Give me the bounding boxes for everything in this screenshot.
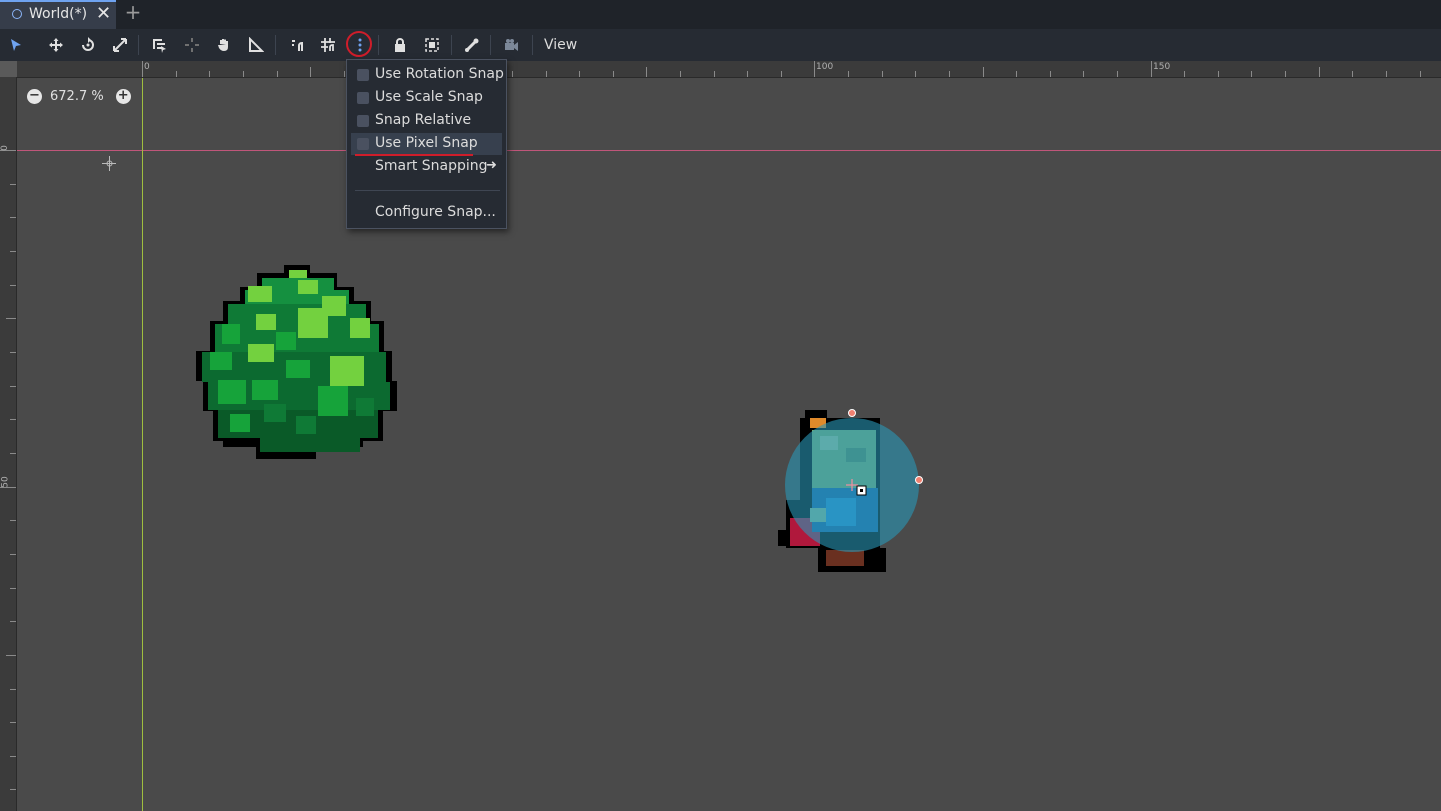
ruler-label: 0 [0,145,10,151]
ruler-label: 100 [816,62,834,72]
ruler-top[interactable]: 0 100 150 [17,61,1441,78]
canvas-viewport[interactable] [17,78,1441,811]
ruler-label: 150 [1153,62,1171,72]
submenu-arrow-icon: ➜ [486,158,497,173]
checkbox[interactable] [357,138,369,150]
scene-tab-label: World(*) [29,6,88,22]
scale-icon[interactable] [108,29,132,61]
menu-item-use-rotation-snap[interactable]: Use Rotation Snap [351,64,504,86]
move-cursor-icon [856,485,867,496]
highlight-underline [355,154,473,156]
menu-item-use-scale-snap[interactable]: Use Scale Snap [351,87,502,109]
rotate-icon[interactable] [76,29,100,61]
menu-item-label: Use Rotation Snap [375,66,504,82]
menu-item-snap-relative[interactable]: Snap Relative [351,110,502,132]
menu-item-use-pixel-snap[interactable]: Use Pixel Snap [351,133,502,155]
highlight-circle [346,31,372,57]
skeleton-icon[interactable] [460,29,484,61]
ruler-label: 0 [144,62,150,72]
bush-sprite [196,265,397,459]
lock-icon[interactable] [388,29,412,61]
menu-item-label: Configure Snap... [375,204,496,220]
move-icon[interactable] [44,29,68,61]
grid-snap-icon[interactable] [316,29,340,61]
close-icon[interactable]: ✕ [96,3,111,24]
group-icon[interactable] [420,29,444,61]
menu-item-label: Smart Snapping [375,158,488,174]
menu-item-configure-snap[interactable]: Configure Snap... [351,202,502,224]
smart-snap-icon[interactable] [285,29,309,61]
ruler-label: 50 [0,476,11,488]
pan-icon[interactable] [212,29,236,61]
select-icon[interactable] [4,29,28,61]
scene-tab-bar: World(*) ✕ + [0,0,1441,29]
checkbox[interactable] [357,115,369,127]
zoom-level[interactable]: 672.7 % [50,89,104,104]
scene-tab-world[interactable]: World(*) ✕ [0,0,116,29]
menu-item-smart-snapping[interactable]: Smart Snapping ➜ [351,156,502,178]
camera-icon[interactable] [499,29,523,61]
checkbox[interactable] [357,69,369,81]
list-select-icon[interactable] [147,29,171,61]
ruler-left[interactable]: 0 50 [0,77,17,811]
menu-item-label: Snap Relative [375,112,472,128]
zoom-control: − 672.7 % + [27,86,131,106]
ruler-corner[interactable] [0,61,17,77]
ruler-icon[interactable] [244,29,268,61]
node2d-icon [12,9,22,19]
checkbox[interactable] [357,92,369,104]
menu-separator [355,190,500,191]
add-tab-button[interactable]: + [123,0,143,24]
pivot-crosshair-icon [102,156,116,171]
zoom-out-button[interactable]: − [27,88,42,104]
menu-item-label: Use Scale Snap [375,89,483,105]
pivot-icon[interactable] [180,29,204,61]
zoom-in-button[interactable]: + [115,88,131,104]
canvas-toolbar: View [0,29,1441,61]
view-menu-button[interactable]: View [544,37,577,53]
menu-item-label: Use Pixel Snap [375,135,478,151]
snap-options-menu: Use Rotation Snap Use Scale Snap Snap Re… [346,59,507,229]
